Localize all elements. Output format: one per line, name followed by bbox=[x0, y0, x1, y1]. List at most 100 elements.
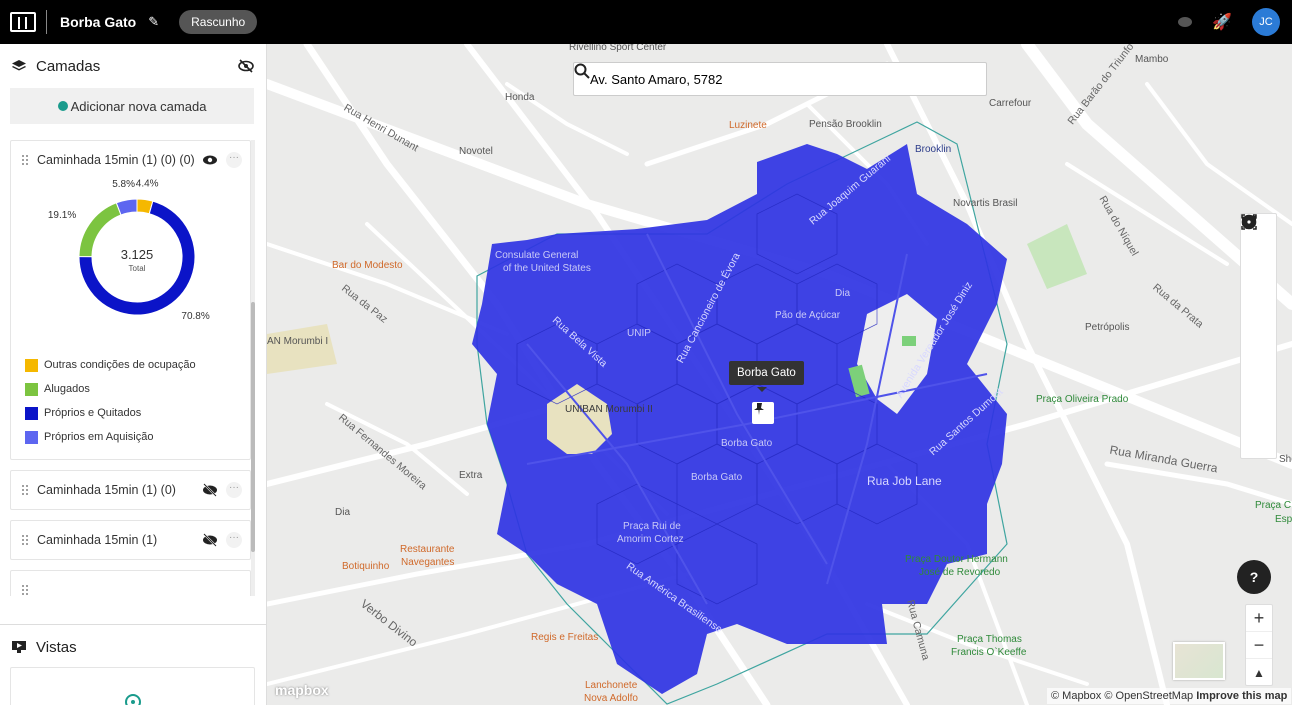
poi-label[interactable]: Luzinete bbox=[729, 120, 767, 131]
street-label[interactable]: Rua Job Lane bbox=[867, 474, 942, 488]
poi-label[interactable]: Pão de Açúcar bbox=[775, 310, 840, 321]
rocket-icon[interactable]: 🚀 bbox=[1212, 12, 1232, 32]
station-label[interactable]: Brooklin bbox=[915, 144, 951, 155]
layer-card: Caminhada 15min (1) ··· bbox=[10, 520, 251, 560]
poi-label[interactable]: Praça C bbox=[1255, 500, 1291, 511]
donut-chart: 4.4% 70.8% 19.1% 5.8% 3.125 Total bbox=[11, 179, 250, 347]
layer-row[interactable] bbox=[11, 571, 250, 596]
compass-button[interactable]: ▲ bbox=[1246, 659, 1272, 686]
measure-tool[interactable] bbox=[1242, 214, 1269, 412]
poi-label[interactable]: Extra bbox=[459, 470, 482, 481]
legend-swatch bbox=[25, 358, 38, 372]
poi-label[interactable]: Regis e Freitas bbox=[531, 632, 598, 643]
slice-label: 5.8% bbox=[112, 179, 135, 190]
poi-label[interactable]: Petrópolis bbox=[1085, 322, 1129, 333]
layer-row[interactable]: Caminhada 15min (1) (0) ··· bbox=[11, 471, 250, 509]
zoom-in-button[interactable]: + bbox=[1246, 605, 1272, 632]
attribution-osm[interactable]: © OpenStreetMap bbox=[1104, 690, 1193, 702]
drag-handle-icon[interactable] bbox=[21, 154, 29, 166]
poi-label[interactable]: Dia bbox=[335, 507, 350, 518]
basemap-switcher[interactable] bbox=[1173, 642, 1225, 680]
zoom-out-button[interactable]: − bbox=[1246, 632, 1272, 659]
poi-label[interactable]: of the United States bbox=[503, 263, 591, 274]
map-toolbar bbox=[1240, 213, 1277, 459]
layer-list-scrollbar[interactable] bbox=[251, 140, 255, 596]
pin-icon bbox=[754, 403, 764, 415]
station-label[interactable]: Borba Gato bbox=[721, 438, 772, 449]
more-options-icon[interactable]: ··· bbox=[226, 152, 242, 168]
drag-handle-icon[interactable] bbox=[21, 484, 29, 496]
poi-label[interactable]: Navegantes bbox=[401, 557, 454, 568]
poi-label[interactable]: Restaurante bbox=[400, 544, 454, 555]
donut-total-value: 3.125 bbox=[121, 247, 154, 262]
add-layer-button[interactable]: Adicionar nova camada bbox=[10, 88, 254, 124]
poi-label[interactable]: Botiquinho bbox=[342, 561, 389, 572]
preview-eye-icon[interactable] bbox=[1178, 17, 1193, 27]
poi-label[interactable]: UNIP bbox=[627, 328, 651, 339]
poi-label[interactable]: Mambo bbox=[1135, 54, 1168, 65]
poi-label[interactable]: Esp bbox=[1275, 514, 1292, 525]
poi-label[interactable]: Nova Adolfo bbox=[584, 693, 638, 704]
project-title[interactable]: Borba Gato bbox=[60, 14, 136, 30]
avatar[interactable]: JC bbox=[1252, 8, 1280, 36]
more-options-icon[interactable]: ··· bbox=[226, 482, 242, 498]
address-search[interactable] bbox=[573, 62, 987, 96]
poi-label[interactable]: Novotel bbox=[459, 146, 493, 157]
isochrone-tool[interactable] bbox=[1242, 215, 1269, 346]
poi-label[interactable]: Praça Oliveira Prado bbox=[1036, 394, 1128, 405]
draw-tool[interactable] bbox=[1241, 216, 1269, 280]
layer-row[interactable]: Caminhada 15min (1) (0) (0) ··· bbox=[11, 141, 250, 179]
location-pin-marker[interactable] bbox=[752, 402, 774, 424]
eye-icon[interactable] bbox=[202, 152, 218, 168]
poi-label[interactable]: Rivellino Sport Center bbox=[569, 44, 666, 53]
drag-handle-icon[interactable] bbox=[21, 584, 29, 596]
more-options-icon[interactable]: ··· bbox=[226, 532, 242, 548]
views-add-icon[interactable] bbox=[11, 668, 256, 705]
drag-handle-icon[interactable] bbox=[21, 534, 29, 546]
poi-label[interactable]: UNIBAN Morumbi II bbox=[565, 404, 653, 415]
poi-label[interactable]: Novartis Brasil bbox=[953, 198, 1017, 209]
eye-off-icon[interactable] bbox=[202, 532, 218, 548]
camera-frame-icon bbox=[1241, 214, 1257, 230]
search-input[interactable] bbox=[590, 71, 950, 87]
poi-label[interactable]: Carrefour bbox=[989, 98, 1031, 109]
poi-label[interactable]: Praça Thomas bbox=[957, 634, 1022, 645]
scrollbar-thumb[interactable] bbox=[251, 302, 255, 552]
poi-label[interactable]: José de Revoredo bbox=[919, 567, 1000, 578]
attribution-mapbox[interactable]: © Mapbox bbox=[1051, 690, 1101, 702]
poi-label[interactable]: Bar do Modesto bbox=[332, 260, 403, 271]
radius-tool[interactable] bbox=[1241, 214, 1269, 313]
comment-tool[interactable] bbox=[1242, 216, 1269, 379]
poi-label[interactable]: AN Morumbi I bbox=[267, 336, 328, 347]
poi-label[interactable]: Honda bbox=[505, 92, 534, 103]
views-panel bbox=[10, 667, 255, 705]
poi-label[interactable]: Sho bbox=[1279, 454, 1292, 465]
hide-all-eye-icon[interactable] bbox=[238, 59, 254, 73]
poi-label[interactable]: Francis O`Keeffe bbox=[951, 647, 1026, 658]
station-label[interactable]: Borba Gato bbox=[691, 472, 742, 483]
help-button[interactable]: ? bbox=[1237, 560, 1271, 594]
legend-swatch bbox=[25, 430, 38, 444]
app-logo-icon[interactable] bbox=[10, 12, 36, 32]
pencil-icon[interactable]: ✎ bbox=[148, 14, 159, 30]
legend-label: Outras condições de ocupação bbox=[44, 359, 196, 371]
poi-label[interactable]: Praça Doutor Hermann bbox=[905, 554, 1008, 565]
layers-title: Camadas bbox=[36, 57, 101, 75]
mapbox-logo[interactable]: mapbox bbox=[275, 682, 329, 698]
poi-label[interactable]: Pensão Brooklin bbox=[809, 119, 882, 130]
screenshot-tool[interactable] bbox=[1241, 214, 1269, 445]
poi-label[interactable]: Consulate General bbox=[495, 250, 578, 261]
views-title-row[interactable]: Vistas bbox=[0, 625, 267, 669]
poi-label[interactable]: Lanchonete bbox=[585, 680, 637, 691]
eye-off-icon[interactable] bbox=[202, 482, 218, 498]
poi-label[interactable]: Amorim Cortez bbox=[617, 534, 684, 545]
donut-slice[interactable] bbox=[78, 202, 122, 258]
map-canvas[interactable]: Rivellino Sport Center Honda Luzinete Pe… bbox=[267, 44, 1292, 705]
layer-name: Caminhada 15min (1) (0) (0) bbox=[37, 153, 195, 167]
poi-label[interactable]: Dia bbox=[835, 288, 850, 299]
improve-map-link[interactable]: Improve this map bbox=[1196, 690, 1287, 702]
layer-row[interactable]: Caminhada 15min (1) ··· bbox=[11, 521, 250, 559]
add-icon bbox=[57, 101, 68, 111]
layer-list[interactable]: Caminhada 15min (1) (0) (0) ··· 4.4% 70.8… bbox=[10, 140, 251, 596]
poi-label[interactable]: Praça Rui de bbox=[623, 521, 681, 532]
